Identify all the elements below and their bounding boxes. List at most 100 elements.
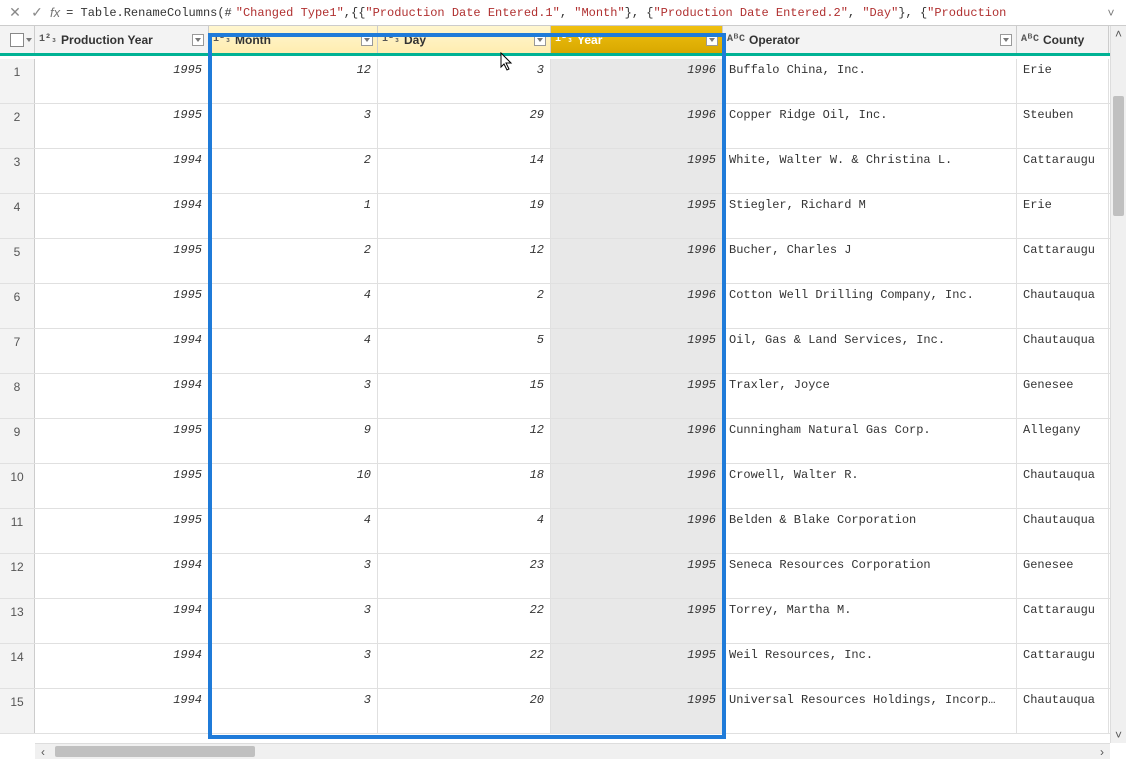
cell-county[interactable]: Cattaraugu	[1017, 239, 1109, 283]
cell-day[interactable]: 29	[378, 104, 551, 148]
cell-operator[interactable]: Traxler, Joyce	[723, 374, 1017, 418]
cell-month[interactable]: 1	[209, 194, 378, 238]
cell-day[interactable]: 19	[378, 194, 551, 238]
vertical-scrollbar[interactable]: ˄ ˅	[1110, 26, 1126, 743]
cell-production-year[interactable]: 1995	[35, 464, 209, 508]
cell-month[interactable]: 12	[209, 59, 378, 103]
cell-production-year[interactable]: 1994	[35, 644, 209, 688]
cell-day[interactable]: 2	[378, 284, 551, 328]
cell-production-year[interactable]: 1994	[35, 149, 209, 193]
cell-month[interactable]: 4	[209, 284, 378, 328]
cell-operator[interactable]: Oil, Gas & Land Services, Inc.	[723, 329, 1017, 373]
cell-day[interactable]: 22	[378, 644, 551, 688]
row-number[interactable]: 3	[0, 149, 35, 193]
cell-year[interactable]: 1995	[551, 149, 723, 193]
cell-year[interactable]: 1995	[551, 194, 723, 238]
cell-month[interactable]: 4	[209, 329, 378, 373]
cell-production-year[interactable]: 1994	[35, 329, 209, 373]
cell-operator[interactable]: Torrey, Martha M.	[723, 599, 1017, 643]
formula-input[interactable]: = Table.RenameColumns(#"Changed Type1",{…	[66, 6, 1100, 20]
row-number[interactable]: 7	[0, 329, 35, 373]
cell-day[interactable]: 18	[378, 464, 551, 508]
cell-day[interactable]: 4	[378, 509, 551, 553]
cell-year[interactable]: 1995	[551, 599, 723, 643]
column-header-year[interactable]: 1²₃ Year	[551, 26, 723, 53]
cell-county[interactable]: Cattaraugu	[1017, 644, 1109, 688]
table-row[interactable]: 319942141995White, Walter W. & Christina…	[0, 149, 1110, 194]
table-row[interactable]: 71994451995Oil, Gas & Land Services, Inc…	[0, 329, 1110, 374]
table-row[interactable]: 819943151995Traxler, JoyceGenesee	[0, 374, 1110, 419]
cell-day[interactable]: 12	[378, 239, 551, 283]
row-number[interactable]: 2	[0, 104, 35, 148]
table-row[interactable]: 10199510181996Crowell, Walter R.Chautauq…	[0, 464, 1110, 509]
column-header-county[interactable]: AᴮC County	[1017, 26, 1109, 53]
cell-year[interactable]: 1996	[551, 419, 723, 463]
table-row[interactable]: 1419943221995Weil Resources, Inc.Cattara…	[0, 644, 1110, 689]
cell-operator[interactable]: Stiegler, Richard M	[723, 194, 1017, 238]
cell-production-year[interactable]: 1995	[35, 104, 209, 148]
cell-year[interactable]: 1995	[551, 329, 723, 373]
cell-year[interactable]: 1995	[551, 374, 723, 418]
row-number[interactable]: 14	[0, 644, 35, 688]
cell-operator[interactable]: Seneca Resources Corporation	[723, 554, 1017, 598]
row-number[interactable]: 10	[0, 464, 35, 508]
cell-production-year[interactable]: 1995	[35, 239, 209, 283]
cell-day[interactable]: 22	[378, 599, 551, 643]
cell-year[interactable]: 1995	[551, 644, 723, 688]
cell-county[interactable]: Chautauqua	[1017, 284, 1109, 328]
cell-operator[interactable]: Weil Resources, Inc.	[723, 644, 1017, 688]
table-row[interactable]: 1319943221995Torrey, Martha M.Cattaraugu	[0, 599, 1110, 644]
cell-month[interactable]: 3	[209, 104, 378, 148]
cell-month[interactable]: 3	[209, 374, 378, 418]
cell-year[interactable]: 1996	[551, 464, 723, 508]
cell-operator[interactable]: Bucher, Charles J	[723, 239, 1017, 283]
row-number[interactable]: 1	[0, 59, 35, 103]
accept-formula-button[interactable]: ✓	[26, 2, 48, 24]
filter-dropdown-icon[interactable]	[534, 34, 546, 46]
cell-day[interactable]: 12	[378, 419, 551, 463]
cell-month[interactable]: 3	[209, 554, 378, 598]
cell-production-year[interactable]: 1994	[35, 194, 209, 238]
cell-year[interactable]: 1995	[551, 554, 723, 598]
table-row[interactable]: 1219943231995Seneca Resources Corporatio…	[0, 554, 1110, 599]
row-number[interactable]: 5	[0, 239, 35, 283]
column-header-month[interactable]: 1²₃ Month	[209, 26, 378, 53]
cell-production-year[interactable]: 1995	[35, 419, 209, 463]
table-row[interactable]: 919959121996Cunningham Natural Gas Corp.…	[0, 419, 1110, 464]
cell-production-year[interactable]: 1994	[35, 374, 209, 418]
cell-year[interactable]: 1995	[551, 689, 723, 733]
expand-formula-button[interactable]: ˅	[1100, 2, 1122, 24]
cell-month[interactable]: 2	[209, 149, 378, 193]
cell-operator[interactable]: Crowell, Walter R.	[723, 464, 1017, 508]
row-number[interactable]: 4	[0, 194, 35, 238]
row-number[interactable]: 9	[0, 419, 35, 463]
table-row[interactable]: 1519943201995Universal Resources Holding…	[0, 689, 1110, 734]
cell-county[interactable]: Cattaraugu	[1017, 149, 1109, 193]
cell-month[interactable]: 3	[209, 644, 378, 688]
cell-production-year[interactable]: 1995	[35, 284, 209, 328]
column-header-production-year[interactable]: 1²₃ Production Year	[35, 26, 209, 53]
cell-operator[interactable]: White, Walter W. & Christina L.	[723, 149, 1017, 193]
cell-production-year[interactable]: 1994	[35, 554, 209, 598]
filter-dropdown-icon[interactable]	[361, 34, 373, 46]
row-number[interactable]: 6	[0, 284, 35, 328]
cell-month[interactable]: 2	[209, 239, 378, 283]
cell-county[interactable]: Erie	[1017, 194, 1109, 238]
cell-operator[interactable]: Cotton Well Drilling Company, Inc.	[723, 284, 1017, 328]
row-number[interactable]: 13	[0, 599, 35, 643]
cell-year[interactable]: 1996	[551, 239, 723, 283]
cell-month[interactable]: 9	[209, 419, 378, 463]
cell-county[interactable]: Cattaraugu	[1017, 599, 1109, 643]
horizontal-scrollbar[interactable]: ‹ ›	[35, 743, 1110, 759]
cancel-formula-button[interactable]: ✕	[4, 2, 26, 24]
cell-year[interactable]: 1996	[551, 509, 723, 553]
cell-day[interactable]: 14	[378, 149, 551, 193]
cell-day[interactable]: 20	[378, 689, 551, 733]
cell-production-year[interactable]: 1994	[35, 689, 209, 733]
cell-county[interactable]: Genesee	[1017, 554, 1109, 598]
cell-day[interactable]: 15	[378, 374, 551, 418]
scroll-thumb[interactable]	[55, 746, 255, 757]
cell-year[interactable]: 1996	[551, 104, 723, 148]
cell-county[interactable]: Chautauqua	[1017, 509, 1109, 553]
row-number[interactable]: 8	[0, 374, 35, 418]
